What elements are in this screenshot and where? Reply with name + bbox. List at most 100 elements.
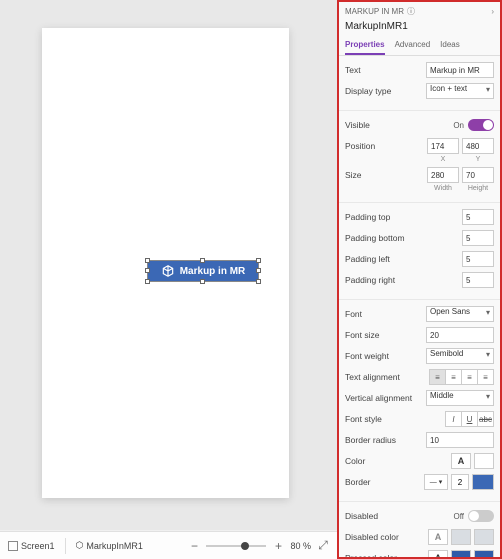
fit-screen-button[interactable]: ⤢ [317,540,329,552]
text-label: Text [345,65,426,75]
screen-icon [8,541,18,551]
resize-handle-s[interactable] [200,279,205,284]
border-color-button[interactable] [472,474,494,490]
panel-tabs: Properties Advanced Ideas [339,36,500,56]
fg-color-button[interactable]: A [451,453,471,469]
control-text: Markup in MR [180,266,246,277]
control-name: MarkupInMR1 [86,541,143,551]
font-style-label: Font style [345,414,445,424]
visible-label: Visible [345,120,453,130]
strike-button[interactable]: abc [477,411,494,427]
markup-in-mr-control[interactable]: Markup in MR [147,260,259,282]
zoom-out-button[interactable]: − [188,540,200,552]
align-left-button[interactable]: ≡ [429,369,446,385]
vert-align-select[interactable]: Middle [426,390,494,406]
disabled-fill-button[interactable] [451,529,471,545]
width-sublabel: Width [427,185,459,192]
height-sublabel: Height [462,185,494,192]
resize-handle-se[interactable] [256,279,261,284]
pressed-fill-button[interactable] [451,550,471,559]
align-justify-button[interactable]: ≡ [477,369,494,385]
resize-handle-n[interactable] [200,258,205,263]
disabled-color-label: Disabled color [345,532,428,542]
pad-bottom-input[interactable] [462,230,494,246]
resize-handle-e[interactable] [256,268,261,273]
zoom-value: 80 % [290,541,311,551]
resize-handle-ne[interactable] [256,258,261,263]
x-sublabel: X [427,156,459,163]
display-type-label: Display type [345,86,426,96]
border-label: Border [345,477,424,487]
breadcrumb-control[interactable]: ⬡ MarkupInMR1 [76,540,143,551]
help-icon[interactable]: ⓘ [407,6,415,17]
font-size-label: Font size [345,330,426,340]
vert-align-label: Vertical alignment [345,393,426,403]
zoom-slider[interactable] [206,545,266,547]
section-padding: Padding top Padding bottom Padding left … [339,203,500,300]
disabled-border-button[interactable] [474,529,494,545]
zoom-controls: − + 80 % ⤢ [188,540,329,552]
border-radius-input[interactable] [426,432,494,448]
section-font: FontOpen Sans Font size Font weightSemib… [339,300,500,502]
breadcrumb-screen[interactable]: Screen1 [8,541,55,551]
zoom-slider-thumb[interactable] [241,542,249,550]
color-label: Color [345,456,451,466]
border-radius-label: Border radius [345,435,426,445]
font-weight-label: Font weight [345,351,426,361]
font-label: Font [345,309,426,319]
y-sublabel: Y [462,156,494,163]
align-center-button[interactable]: ≡ [445,369,462,385]
markup-3d-icon [161,264,175,278]
font-select[interactable]: Open Sans [426,306,494,322]
tab-properties[interactable]: Properties [345,36,385,55]
separator [65,538,66,554]
disabled-label: Disabled [345,511,453,521]
size-height-input[interactable] [462,167,494,183]
visible-value: On [453,121,464,130]
border-width-input[interactable] [451,474,469,490]
panel-breadcrumb: MARKUP IN MR [345,7,404,16]
pressed-border-button[interactable] [474,550,494,559]
section-layout: Visible On Position XY Size WidthHeight [339,111,500,203]
control-name-label: MarkupInMR1 [339,21,500,36]
disabled-value: Off [453,512,464,521]
canvas-area[interactable]: Markup in MR [0,0,337,530]
fill-color-button[interactable] [474,453,494,469]
align-right-button[interactable]: ≡ [461,369,478,385]
resize-handle-nw[interactable] [145,258,150,263]
font-size-input[interactable] [426,327,494,343]
properties-panel: MARKUP IN MR ⓘ › MarkupInMR1 Properties … [337,0,502,559]
font-weight-select[interactable]: Semibold [426,348,494,364]
size-width-input[interactable] [427,167,459,183]
screen-name: Screen1 [21,541,55,551]
underline-button[interactable]: U [461,411,478,427]
pad-bottom-label: Padding bottom [345,233,462,243]
panel-header: MARKUP IN MR ⓘ › [339,2,500,21]
pad-top-input[interactable] [462,209,494,225]
pad-right-label: Padding right [345,275,462,285]
pressed-fg-button[interactable]: A [428,550,448,559]
pad-right-input[interactable] [462,272,494,288]
font-style-group: I U abc [445,411,494,427]
size-label: Size [345,170,427,180]
control-icon: ⬡ [76,540,84,551]
collapse-icon[interactable]: › [491,7,494,16]
tab-ideas[interactable]: Ideas [440,36,460,55]
position-y-input[interactable] [462,138,494,154]
text-input[interactable] [426,62,494,78]
resize-handle-sw[interactable] [145,279,150,284]
tab-advanced[interactable]: Advanced [395,36,431,55]
disabled-toggle[interactable] [468,510,494,522]
italic-button[interactable]: I [445,411,462,427]
border-style-select[interactable]: — ▾ [424,474,448,490]
disabled-fg-button[interactable]: A [428,529,448,545]
zoom-in-button[interactable]: + [272,540,284,552]
pad-left-input[interactable] [462,251,494,267]
position-label: Position [345,141,427,151]
resize-handle-w[interactable] [145,268,150,273]
artboard[interactable]: Markup in MR [42,28,289,498]
visible-toggle[interactable] [468,119,494,131]
position-x-input[interactable] [427,138,459,154]
display-type-select[interactable]: Icon + text [426,83,494,99]
section-states: Disabled Off Disabled color A Pressed co… [339,502,500,559]
